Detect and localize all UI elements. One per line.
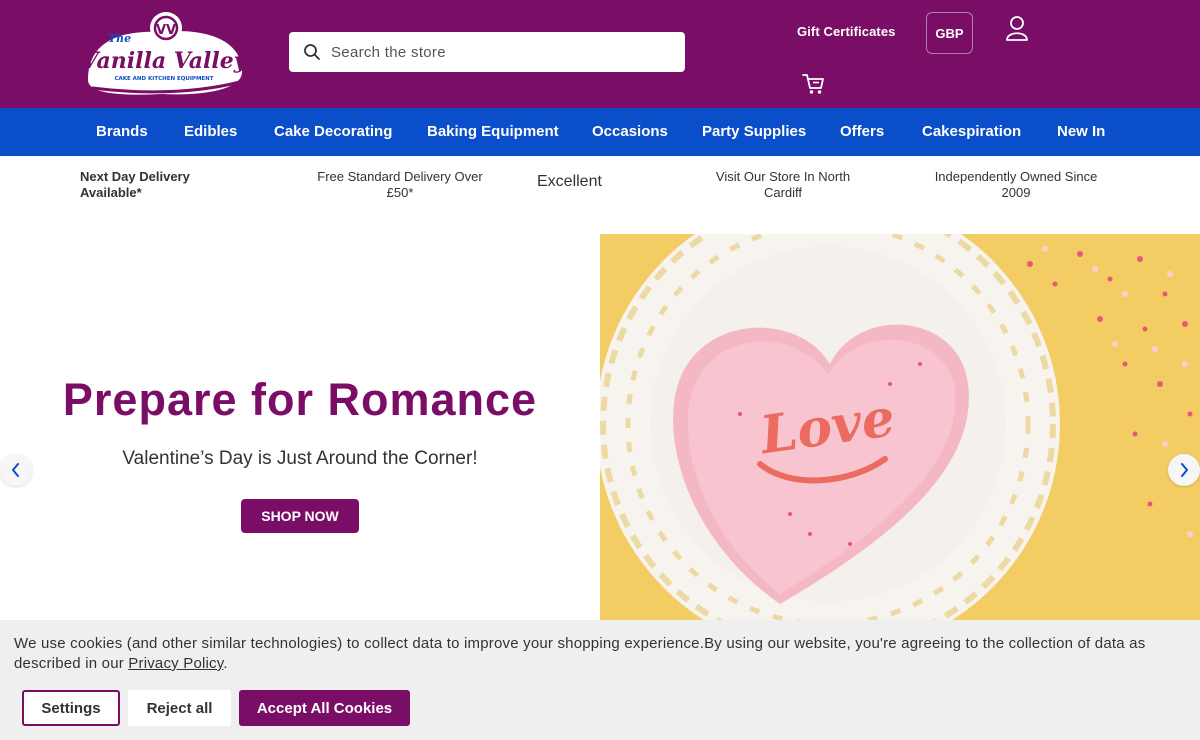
nav-item-brands[interactable]: Brands	[96, 108, 148, 156]
usp-free-delivery: Free Standard Delivery Over £50*	[300, 169, 500, 201]
user-icon[interactable]	[1005, 15, 1029, 48]
hero-subtitle: Valentine’s Day is Just Around the Corne…	[122, 448, 478, 469]
hero-carousel: Prepare for Romance Valentine’s Day is J…	[0, 234, 1200, 624]
usp-next-day-line2: Available*	[80, 185, 142, 200]
usp-visit-store: Visit Our Store In North Cardiff	[693, 169, 873, 201]
cookie-settings-button[interactable]: Settings	[22, 690, 120, 726]
cart-icon[interactable]	[802, 72, 826, 101]
nav-item-cake-decorating[interactable]: Cake Decorating	[274, 108, 392, 156]
vanilla-valley-logo[interactable]: VV The Vanilla Valley CAKE AND KITCHEN E…	[81, 10, 249, 98]
main-navigation: Brands Edibles Cake Decorating Baking Eq…	[0, 108, 1200, 156]
logo-text-small: The	[108, 32, 131, 45]
hero-title: Prepare for Romance	[62, 374, 538, 425]
usp-owned-line2: 2009	[1001, 185, 1031, 200]
reject-all-button[interactable]: Reject all	[128, 690, 231, 726]
logo-text-main: Vanilla Valley	[82, 48, 246, 74]
usp-owned-line1: Independently Owned Since	[934, 169, 1098, 184]
currency-selector[interactable]: GBP	[926, 12, 973, 54]
usp-free-delivery-line1: Free Standard Delivery Over	[317, 169, 483, 184]
nav-item-new-in[interactable]: New In	[1057, 108, 1105, 156]
privacy-policy-link[interactable]: Privacy Policy	[128, 655, 223, 672]
nav-item-occasions[interactable]: Occasions	[592, 108, 668, 156]
hero-image[interactable]: Love	[600, 234, 1200, 624]
chevron-right-icon	[1181, 463, 1188, 477]
gift-certificates-link[interactable]: Gift Certificates	[797, 24, 896, 39]
nav-item-baking-equipment[interactable]: Baking Equipment	[427, 108, 559, 156]
usp-free-delivery-line2: £50*	[386, 185, 414, 200]
nav-item-cakespiration[interactable]: Cakespiration	[922, 108, 1021, 156]
usp-next-day-delivery: Next Day Delivery Available*	[80, 169, 190, 201]
shop-now-button[interactable]: SHOP NOW	[241, 499, 359, 533]
carousel-next-button[interactable]	[1168, 454, 1200, 486]
carousel-prev-button[interactable]	[0, 454, 32, 486]
site-header: VV The Vanilla Valley CAKE AND KITCHEN E…	[0, 0, 1200, 108]
accept-all-cookies-button[interactable]: Accept All Cookies	[239, 690, 410, 726]
chevron-left-icon	[12, 463, 19, 477]
usp-rating[interactable]: Excellent	[537, 174, 602, 190]
usp-independently-owned: Independently Owned Since 2009	[916, 169, 1116, 201]
usp-store-line2: Cardiff	[763, 185, 803, 200]
search-bar[interactable]	[289, 32, 685, 72]
nav-item-offers[interactable]: Offers	[840, 108, 884, 156]
search-input[interactable]	[331, 43, 661, 61]
cookie-text-end: .	[223, 655, 228, 672]
cookie-banner: We use cookies (and other similar techno…	[0, 620, 1200, 740]
search-icon[interactable]	[303, 43, 321, 61]
svg-text:VV: VV	[156, 23, 176, 38]
nav-item-edibles[interactable]: Edibles	[184, 108, 237, 156]
nav-item-party-supplies[interactable]: Party Supplies	[702, 108, 806, 156]
cookie-message: We use cookies (and other similar techno…	[14, 634, 1184, 674]
hero-text-panel: Prepare for Romance Valentine’s Day is J…	[0, 234, 600, 624]
usp-store-line1: Visit Our Store In North	[715, 169, 851, 184]
logo-tagline: CAKE AND KITCHEN EQUIPMENT	[114, 76, 213, 82]
usp-next-day-line1: Next Day Delivery	[80, 169, 190, 184]
